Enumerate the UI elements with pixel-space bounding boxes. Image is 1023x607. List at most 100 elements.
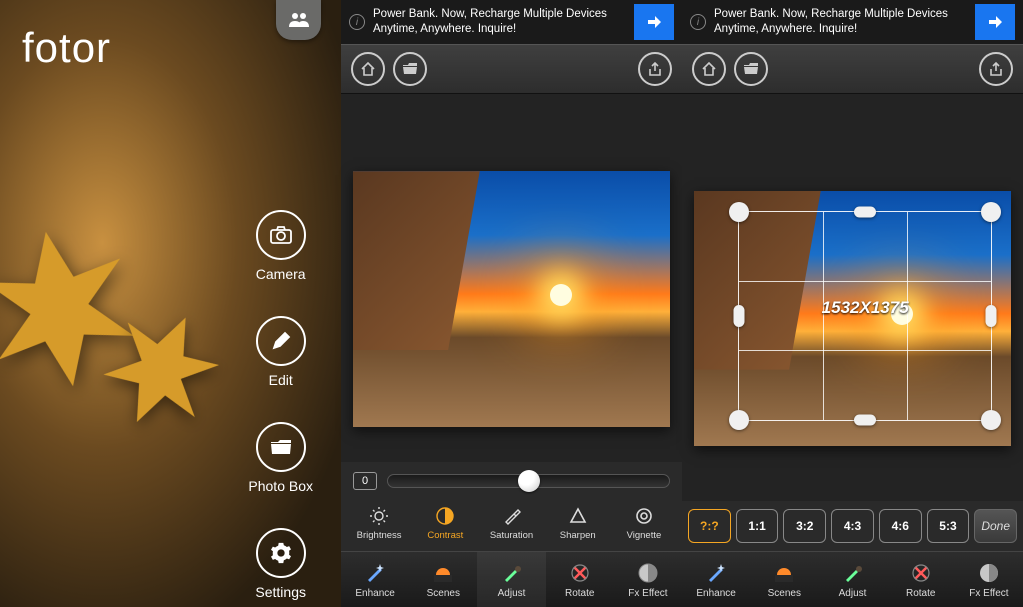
settings-menu-item[interactable]: Settings xyxy=(255,528,306,600)
brightness-tab[interactable]: Brightness xyxy=(347,500,411,545)
enhance-tab[interactable]: Enhance xyxy=(341,552,409,607)
folder-icon xyxy=(743,63,759,75)
share-button[interactable] xyxy=(638,52,672,86)
ratio-1-1[interactable]: 1:1 xyxy=(736,509,779,543)
editor-toolbar xyxy=(682,44,1023,94)
arrow-right-icon xyxy=(986,13,1004,31)
photo: 1532X1375 xyxy=(694,191,1011,447)
share-button[interactable] xyxy=(979,52,1013,86)
gear-icon xyxy=(270,542,292,564)
wand-icon xyxy=(362,560,388,586)
sharpen-tab[interactable]: Sharpen xyxy=(546,500,610,545)
saturation-tab[interactable]: Saturation xyxy=(479,500,543,545)
photo-canvas[interactable]: 1532X1375 xyxy=(682,94,1023,501)
crop-handle-br[interactable] xyxy=(981,410,1001,430)
main-tabs: Enhance Scenes Adjust Rotate Fx Effect xyxy=(682,551,1023,607)
info-icon: i xyxy=(349,14,365,30)
ratio-4-6[interactable]: 4:6 xyxy=(879,509,922,543)
home-menu: Camera Edit Photo Box Settings xyxy=(248,210,313,600)
crop-handle-l[interactable] xyxy=(734,305,745,327)
share-icon xyxy=(647,61,663,77)
brightness-icon xyxy=(367,504,391,528)
wand-icon xyxy=(703,560,729,586)
rotate-icon xyxy=(567,560,593,586)
rotate-icon xyxy=(908,560,934,586)
community-button[interactable] xyxy=(276,0,321,40)
fx-tab[interactable]: Fx Effect xyxy=(614,552,682,607)
arrow-right-icon xyxy=(645,13,663,31)
photobox-menu-item[interactable]: Photo Box xyxy=(248,422,313,494)
crop-dimensions: 1532X1375 xyxy=(822,298,909,318)
adjust-subtabs: Brightness Contrast Saturation Sharpen V… xyxy=(341,496,682,551)
rotate-tab[interactable]: Rotate xyxy=(887,552,955,607)
editor-toolbar xyxy=(341,44,682,94)
ratio-free[interactable]: ?:? xyxy=(688,509,731,543)
adjust-slider-row: 0 xyxy=(341,462,682,496)
adjust-slider[interactable] xyxy=(387,474,670,488)
slider-value: 0 xyxy=(353,472,377,490)
adjust-tab[interactable]: Adjust xyxy=(477,552,545,607)
enhance-tab[interactable]: Enhance xyxy=(682,552,750,607)
rotate-tab[interactable]: Rotate xyxy=(546,552,614,607)
contrast-icon xyxy=(433,504,457,528)
adjust-screen: i Power Bank. Now, Recharge Multiple Dev… xyxy=(341,0,682,607)
brush-icon xyxy=(499,560,525,586)
folder-icon xyxy=(402,63,418,75)
crop-handle-tl[interactable] xyxy=(729,202,749,222)
pencil-icon xyxy=(271,331,291,351)
sharpen-icon xyxy=(566,504,590,528)
ratio-4-3[interactable]: 4:3 xyxy=(831,509,874,543)
ad-text: Power Bank. Now, Recharge Multiple Devic… xyxy=(714,7,967,37)
camera-menu-item[interactable]: Camera xyxy=(256,210,306,282)
scenes-tab[interactable]: Scenes xyxy=(750,552,818,607)
open-folder-button[interactable] xyxy=(393,52,427,86)
crop-screen: i Power Bank. Now, Recharge Multiple Dev… xyxy=(682,0,1023,607)
photo-canvas[interactable] xyxy=(341,94,682,462)
ratio-row: ?:? 1:1 3:2 4:3 4:6 5:3 Done xyxy=(682,501,1023,551)
brush-icon xyxy=(840,560,866,586)
crop-done-button[interactable]: Done xyxy=(974,509,1017,543)
settings-label: Settings xyxy=(255,584,306,600)
vignette-icon xyxy=(632,504,656,528)
adjust-tab[interactable]: Adjust xyxy=(818,552,886,607)
crop-handle-b[interactable] xyxy=(854,414,876,425)
ad-go-button[interactable] xyxy=(975,4,1015,40)
share-icon xyxy=(988,61,1004,77)
fx-icon xyxy=(976,560,1002,586)
main-tabs: Enhance Scenes Adjust Rotate Fx Effect xyxy=(341,551,682,607)
edit-label: Edit xyxy=(269,372,293,388)
vignette-tab[interactable]: Vignette xyxy=(612,500,676,545)
eyedropper-icon xyxy=(500,504,524,528)
ad-text: Power Bank. Now, Recharge Multiple Devic… xyxy=(373,7,626,37)
ratio-3-2[interactable]: 3:2 xyxy=(783,509,826,543)
home-button[interactable] xyxy=(692,52,726,86)
scenes-tab[interactable]: Scenes xyxy=(409,552,477,607)
sunset-icon xyxy=(771,560,797,586)
home-icon xyxy=(701,61,717,77)
crop-handle-tr[interactable] xyxy=(981,202,1001,222)
ad-go-button[interactable] xyxy=(634,4,674,40)
fx-icon xyxy=(635,560,661,586)
camera-icon xyxy=(270,226,292,244)
photobox-label: Photo Box xyxy=(248,478,313,494)
ad-banner[interactable]: i Power Bank. Now, Recharge Multiple Dev… xyxy=(682,0,1023,44)
crop-handle-r[interactable] xyxy=(985,305,996,327)
crop-handle-t[interactable] xyxy=(854,207,876,218)
crop-frame[interactable]: 1532X1375 xyxy=(738,211,992,421)
photo xyxy=(353,171,670,427)
ad-banner[interactable]: i Power Bank. Now, Recharge Multiple Dev… xyxy=(341,0,682,44)
home-button[interactable] xyxy=(351,52,385,86)
people-icon xyxy=(288,12,310,28)
folder-icon xyxy=(270,439,292,455)
home-icon xyxy=(360,61,376,77)
contrast-tab[interactable]: Contrast xyxy=(413,500,477,545)
slider-thumb[interactable] xyxy=(518,470,540,492)
edit-menu-item[interactable]: Edit xyxy=(256,316,306,388)
brand-logo: fotor xyxy=(22,24,111,72)
fx-tab[interactable]: Fx Effect xyxy=(955,552,1023,607)
open-folder-button[interactable] xyxy=(734,52,768,86)
ratio-5-3[interactable]: 5:3 xyxy=(927,509,970,543)
sunset-icon xyxy=(430,560,456,586)
crop-handle-bl[interactable] xyxy=(729,410,749,430)
camera-label: Camera xyxy=(256,266,306,282)
